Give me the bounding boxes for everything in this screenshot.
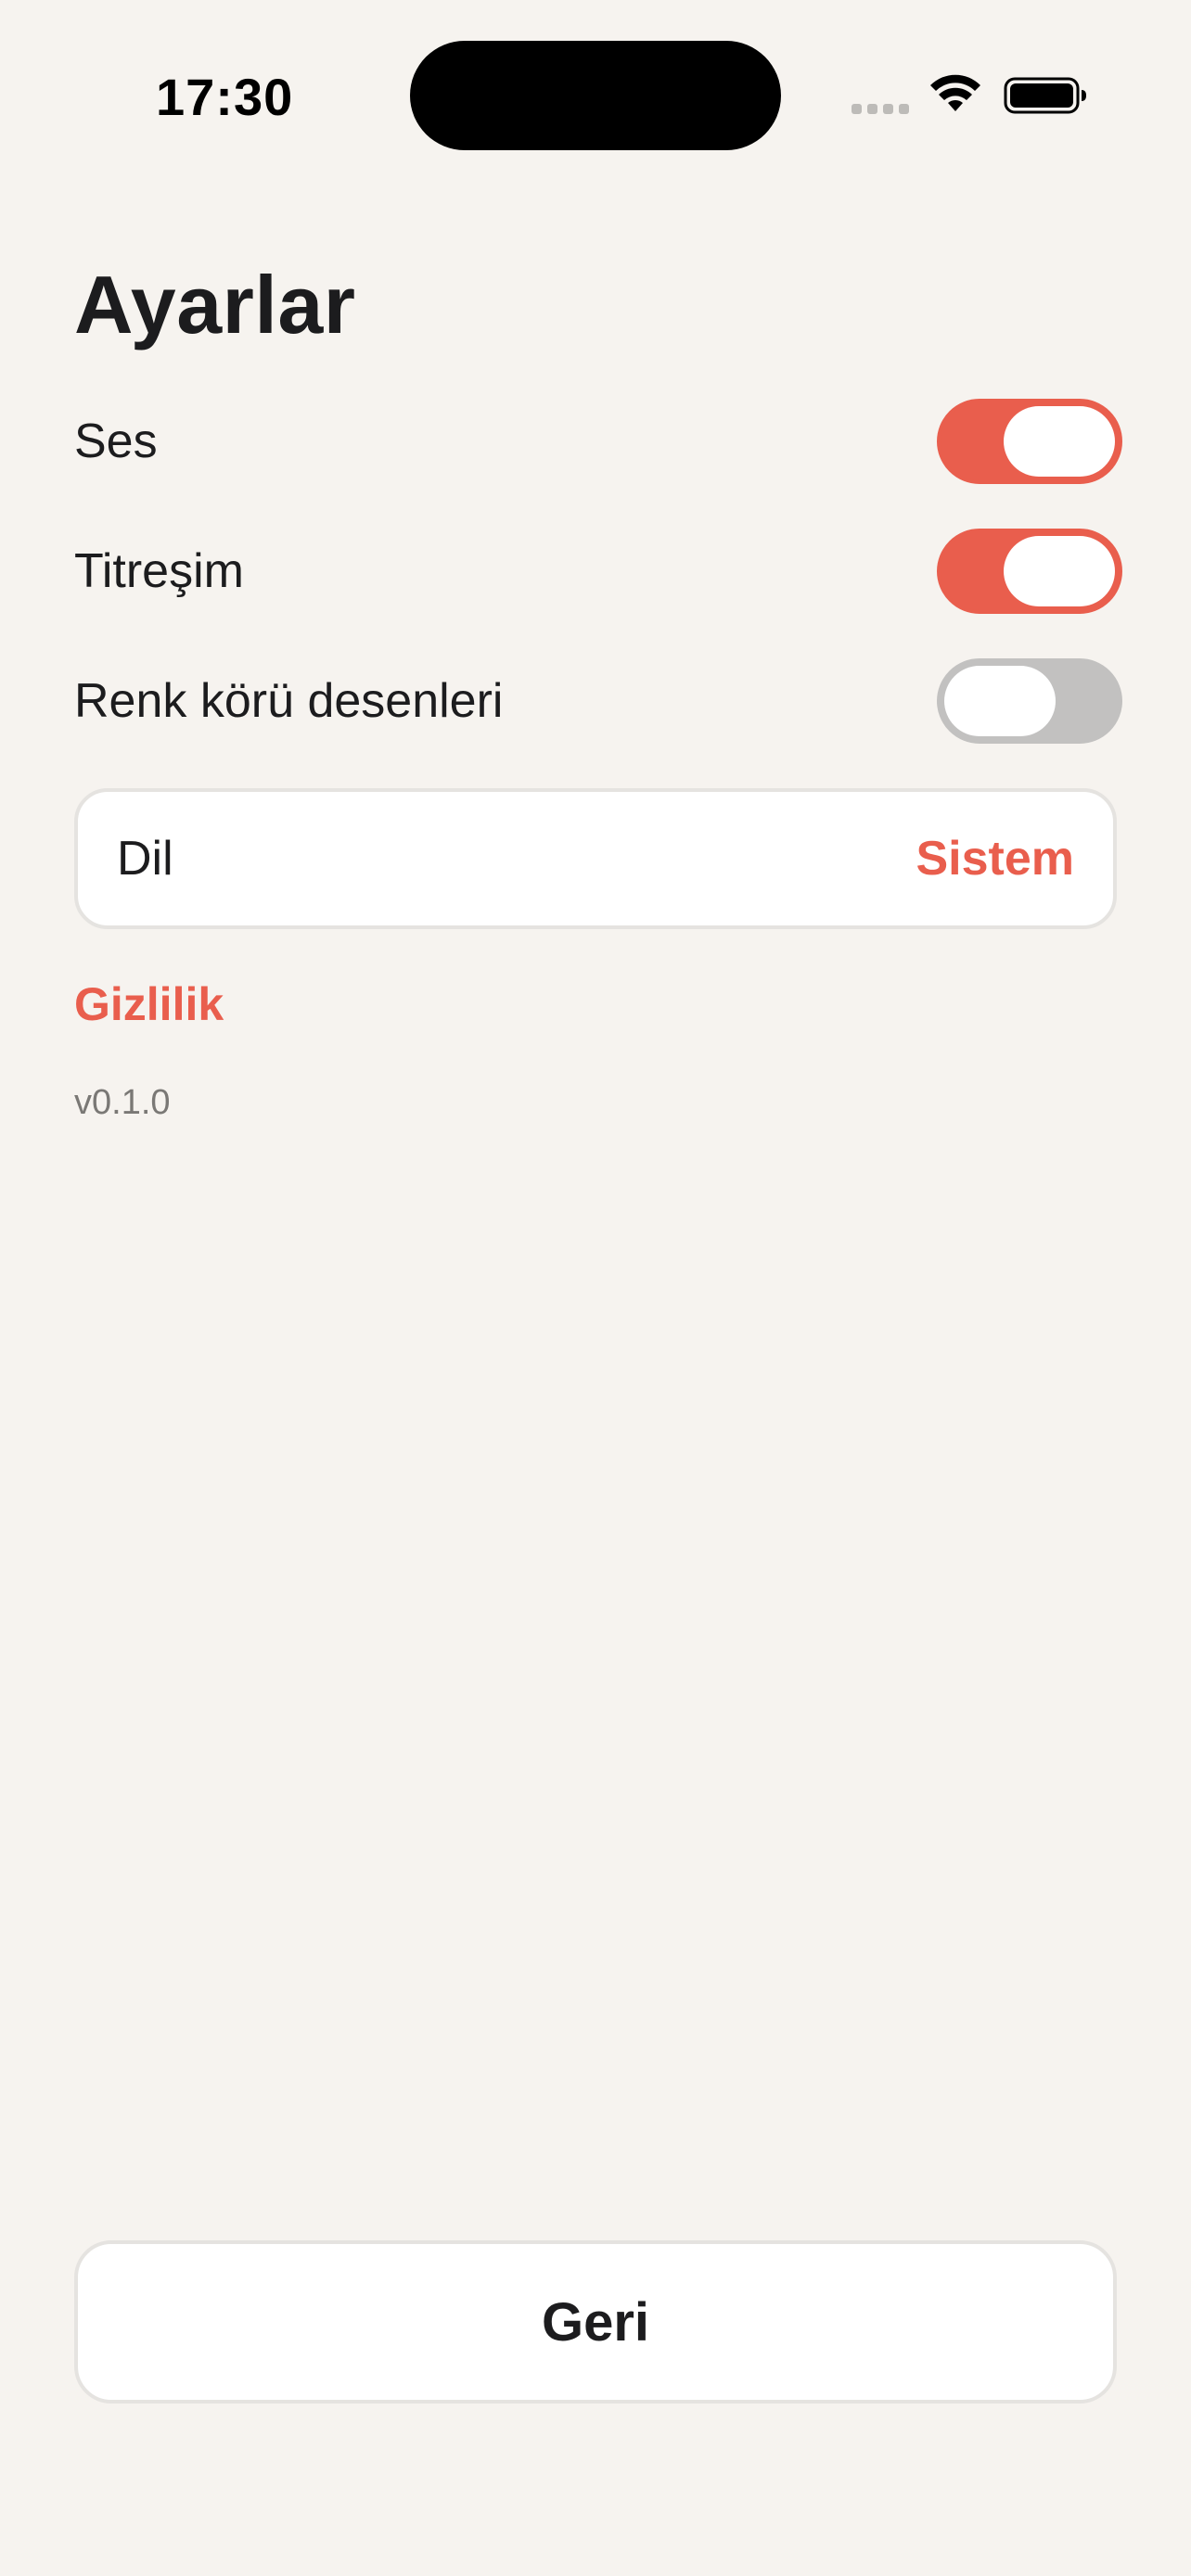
setting-row-vibration: Titreşim <box>74 529 1122 614</box>
setting-label-vibration: Titreşim <box>74 544 244 598</box>
toggle-knob <box>1004 406 1115 477</box>
battery-icon <box>1004 77 1086 114</box>
page-title: Ayarlar <box>74 259 356 351</box>
setting-label-sound: Ses <box>74 414 158 468</box>
language-label: Dil <box>117 832 173 886</box>
setting-row-colorblind-patterns: Renk körü desenleri <box>74 658 1122 744</box>
version-text: v0.1.0 <box>74 1083 171 1122</box>
toggle-knob <box>944 666 1056 736</box>
settings-screen: 17:30 Ayarlar Ses Titreşim Renk körü des… <box>0 0 1191 2576</box>
language-selector[interactable]: Dil Sistem <box>74 788 1117 929</box>
vibration-toggle[interactable] <box>937 529 1122 614</box>
privacy-link[interactable]: Gizlilik <box>74 977 224 1031</box>
colorblind-patterns-toggle[interactable] <box>937 658 1122 744</box>
cellular-signal-icon <box>852 104 911 117</box>
status-time: 17:30 <box>156 68 294 126</box>
back-button[interactable]: Geri <box>74 2240 1117 2404</box>
setting-row-sound: Ses <box>74 399 1122 484</box>
dynamic-island <box>410 41 781 150</box>
wifi-icon <box>930 74 980 111</box>
sound-toggle[interactable] <box>937 399 1122 484</box>
status-bar: 17:30 <box>0 0 1191 185</box>
language-value: Sistem <box>916 832 1074 886</box>
setting-label-colorblind-patterns: Renk körü desenleri <box>74 674 504 728</box>
toggle-knob <box>1004 536 1115 606</box>
